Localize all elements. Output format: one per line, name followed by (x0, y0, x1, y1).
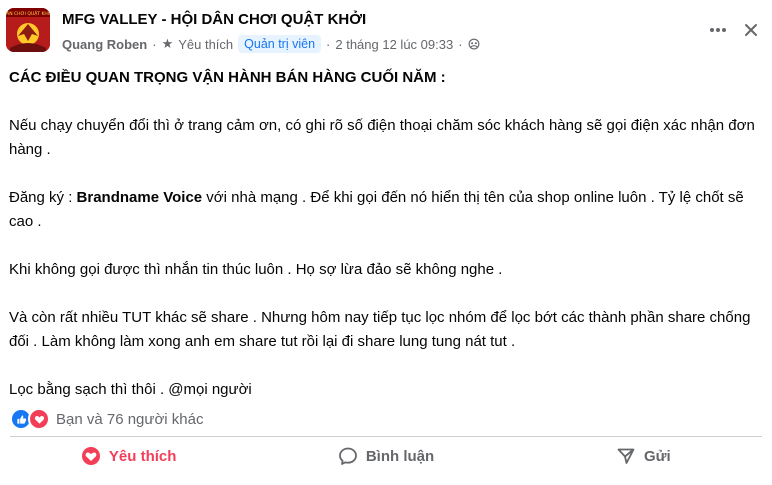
meta-separator-2: · (326, 36, 331, 52)
send-button[interactable]: Gửi (515, 440, 772, 472)
post-paragraph-4: Và còn rất nhiều TUT khác sẽ share . Như… (9, 309, 751, 350)
like-button-label: Yêu thích (108, 447, 177, 465)
love-icon (28, 408, 50, 430)
send-button-label: Gửi (643, 447, 671, 465)
more-options-button[interactable] (704, 16, 732, 44)
post-paragraph-3: Khi không gọi được thì nhắn tin thúc luô… (9, 261, 503, 278)
group-name-link[interactable]: MFG VALLEY - HỘI DÂN CHƠI QUẬT KHỞI (62, 11, 366, 28)
heart-icon (81, 447, 100, 465)
post-timestamp[interactable]: 2 tháng 12 lúc 09:33 (335, 37, 453, 52)
post-title: CÁC ĐIỀU QUAN TRỌNG VẬN HÀNH BÁN HÀNG CU… (9, 69, 446, 86)
like-button[interactable]: Yêu thích (0, 440, 257, 472)
comment-button-label: Bình luận (365, 447, 435, 465)
post-paragraph-2-bold: Brandname Voice (76, 189, 203, 206)
post-paragraph-2-lead: Đăng ký : (9, 189, 77, 206)
group-audience-icon (468, 38, 479, 50)
reaction-count[interactable]: Bạn và 76 người khác (56, 411, 203, 428)
author-name-link[interactable]: Quang Roben (62, 37, 147, 52)
group-logo-icon: DÂN CHƠI QUẬT KHỞI (6, 8, 50, 52)
send-icon (617, 448, 635, 464)
post-body: CÁC ĐIỀU QUAN TRỌNG VẬN HÀNH BÁN HÀNG CU… (9, 66, 765, 426)
post-header: DÂN CHƠI QUẬT KHỞI MFG VALLEY - HỘI DÂN … (0, 0, 772, 60)
meta-separator: · (152, 36, 157, 52)
more-horizontal-icon (710, 28, 726, 32)
role-badge[interactable]: Quản trị viên (238, 35, 322, 53)
top-fan-label: Yêu thích (178, 36, 234, 52)
group-avatar[interactable]: DÂN CHƠI QUẬT KHỞI (6, 8, 50, 52)
star-icon: ★ (161, 36, 174, 51)
hide-post-button[interactable] (737, 16, 765, 44)
actions-divider (10, 436, 762, 437)
comment-button[interactable]: Bình luận (257, 440, 514, 472)
reaction-icons[interactable] (10, 408, 50, 430)
post-meta: Quang Roben · ★ Yêu thích Quản trị viên … (62, 33, 480, 55)
close-icon (745, 24, 757, 36)
reactions-bar: Bạn và 76 người khác (10, 408, 203, 430)
post-paragraph-5: Lọc bằng sạch thì thôi . @mọi người (9, 381, 252, 398)
post-paragraph-2: Đăng ký : Brandname Voice với nhà mạng .… (9, 186, 765, 234)
post-actions: Yêu thích Bình luận Gửi (0, 440, 772, 472)
meta-separator-3: · (458, 36, 463, 52)
post-paragraph-1: Nếu chạy chuyển đổi thì ở trang cảm ơn, … (9, 117, 755, 158)
comment-icon (338, 447, 357, 465)
